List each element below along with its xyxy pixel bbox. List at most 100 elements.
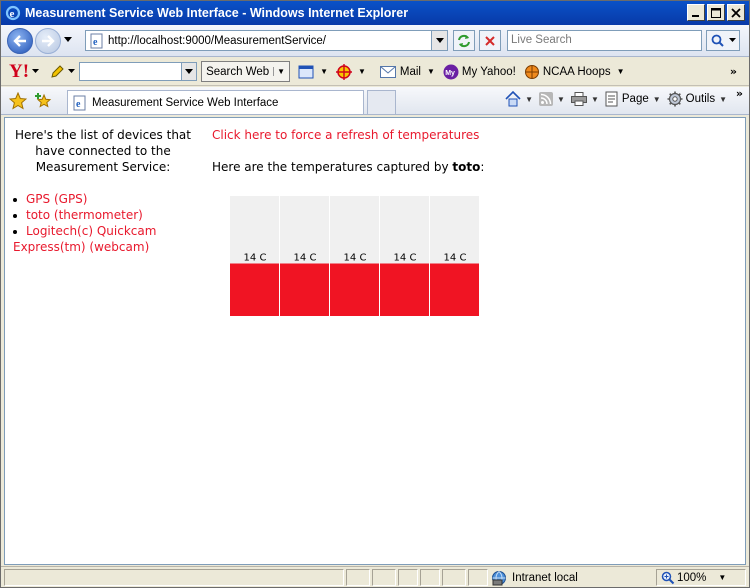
back-arrow-icon [13, 35, 26, 47]
chart-bar [280, 263, 329, 316]
yahoo-logo[interactable]: Y! [9, 61, 29, 83]
page-menu-icon [605, 91, 618, 107]
maximize-button[interactable] [707, 4, 725, 21]
device-link-thermometer[interactable]: toto (thermometer) [26, 208, 143, 222]
minimize-button[interactable] [687, 4, 705, 21]
target-button[interactable]: ▼ [335, 63, 366, 80]
tab-measurement-service[interactable]: e Measurement Service Web Interface [67, 90, 364, 114]
layout-button[interactable]: ▼ [298, 65, 328, 79]
refresh-button[interactable] [453, 30, 475, 51]
add-favorite-icon[interactable] [35, 92, 53, 110]
security-zone[interactable]: Intranet local [490, 569, 578, 586]
forward-button[interactable] [35, 28, 61, 54]
my-yahoo-icon: My [443, 64, 459, 79]
my-yahoo-label: My Yahoo! [461, 65, 516, 78]
printer-icon [570, 92, 587, 106]
yahoo-menu-chevron-icon[interactable] [32, 69, 40, 74]
zoom-level: 100% [677, 571, 707, 584]
minimize-icon [692, 14, 699, 17]
browser-window: e Measurement Service Web Interface - Wi… [0, 0, 750, 588]
forward-arrow-icon [42, 35, 55, 47]
chart-data-label: 14 C [344, 253, 367, 264]
chevron-down-icon: ▼ [320, 67, 328, 76]
feeds-button[interactable]: ▼ [537, 92, 567, 106]
address-dropdown[interactable] [431, 31, 447, 50]
svg-text:e: e [93, 37, 98, 48]
pencil-icon[interactable] [49, 64, 65, 80]
close-button[interactable] [727, 4, 745, 21]
title-bar: e Measurement Service Web Interface - Wi… [1, 1, 749, 25]
yahoo-toolbar: Y! Search Web ▼ ▼ ▼ Mail ▼ My My Yahoo! … [1, 58, 749, 86]
page-menu-label: Page [621, 93, 649, 105]
refresh-icon [458, 34, 470, 47]
list-item: Logitech(c) Quickcam Express(tm) (webcam… [13, 223, 205, 255]
chevron-down-icon [185, 69, 194, 74]
stop-button[interactable] [479, 30, 501, 51]
search-web-chevron-icon[interactable]: ▼ [273, 67, 285, 76]
toolbar-overflow-chevron-icon[interactable]: » [730, 65, 737, 78]
svg-text:My: My [445, 70, 455, 77]
address-toolbar: e http://localhost:9000/MeasurementServi… [1, 25, 749, 57]
target-icon [335, 63, 352, 80]
status-pane [398, 569, 418, 586]
search-go-button[interactable] [706, 30, 740, 51]
chart-data-label: 14 C [444, 253, 467, 264]
command-overflow-chevron-icon[interactable]: » [736, 87, 743, 100]
print-button[interactable]: ▼ [569, 92, 601, 106]
command-bar: ▼ ▼ ▼ Page ▼ Outils ▼ [503, 91, 729, 107]
tools-menu-label: Outils [685, 93, 716, 105]
url-text: http://localhost:9000/MeasurementService… [108, 34, 326, 47]
ncaa-hoops-button[interactable]: NCAA Hoops ▼ [524, 64, 625, 80]
svg-text:e: e [76, 99, 81, 110]
recent-pages-chevron-icon[interactable] [64, 37, 72, 43]
chevron-down-icon [435, 38, 444, 43]
zoom-control[interactable]: 100% ▼ [661, 569, 726, 586]
stop-icon [485, 35, 495, 46]
page-icon: e [90, 33, 103, 48]
temperatures-device-name: toto [452, 160, 481, 174]
status-pane [442, 569, 466, 586]
device-link-webcam[interactable]: Logitech(c) Quickcam Express(tm) (webcam… [13, 224, 156, 254]
list-item: GPS (GPS) [13, 191, 205, 207]
new-tab-button[interactable] [367, 90, 396, 114]
security-zone-label: Intranet local [512, 571, 578, 584]
bullet-icon [13, 229, 17, 234]
search-options-chevron-icon [728, 38, 736, 42]
back-button[interactable] [7, 28, 33, 54]
favorites-star-icon[interactable] [9, 92, 27, 110]
search-web-button[interactable]: Search Web ▼ [201, 61, 291, 82]
bullet-icon [13, 197, 17, 202]
chevron-down-icon: ▼ [427, 67, 435, 76]
chart-data-label: 14 C [244, 253, 267, 264]
pencil-menu-chevron-icon[interactable] [68, 69, 76, 74]
home-button[interactable]: ▼ [503, 91, 535, 107]
gear-icon [667, 91, 683, 107]
address-field[interactable]: e http://localhost:9000/MeasurementServi… [85, 30, 448, 51]
status-text-pane [4, 569, 344, 586]
device-link-gps[interactable]: GPS (GPS) [26, 192, 87, 206]
status-bar: Intranet local 100% ▼ [1, 566, 749, 587]
yahoo-search-input[interactable] [79, 62, 198, 81]
device-list: GPS (GPS) toto (thermometer) Logitech(c)… [13, 191, 205, 255]
chart-bar [430, 263, 479, 316]
temperatures-heading-prefix: Here are the temperatures captured by [212, 160, 453, 174]
mail-button[interactable]: Mail ▼ [379, 65, 435, 78]
page-icon: e [73, 95, 86, 110]
search-web-label: Search Web [206, 65, 270, 78]
chart-bar [380, 263, 429, 316]
home-icon [505, 91, 521, 107]
chart-data-label: 14 C [294, 253, 317, 264]
svg-text:e: e [10, 8, 15, 20]
mail-label: Mail [399, 65, 421, 78]
yahoo-search-dropdown[interactable] [181, 63, 197, 80]
refresh-temperatures-link[interactable]: Click here to force a refresh of tempera… [212, 127, 479, 143]
tools-menu-button[interactable]: Outils ▼ [665, 91, 729, 107]
intranet-zone-icon [492, 570, 506, 585]
page-menu-button[interactable]: Page ▼ [603, 91, 663, 107]
my-yahoo-button[interactable]: My My Yahoo! [443, 64, 516, 80]
chevron-down-icon: ▼ [719, 94, 727, 104]
tab-bar: e Measurement Service Web Interface ▼ ▼ … [1, 87, 749, 115]
status-pane [346, 569, 370, 586]
chevron-down-icon: ▼ [652, 94, 661, 104]
live-search-input[interactable]: Live Search [507, 30, 702, 51]
